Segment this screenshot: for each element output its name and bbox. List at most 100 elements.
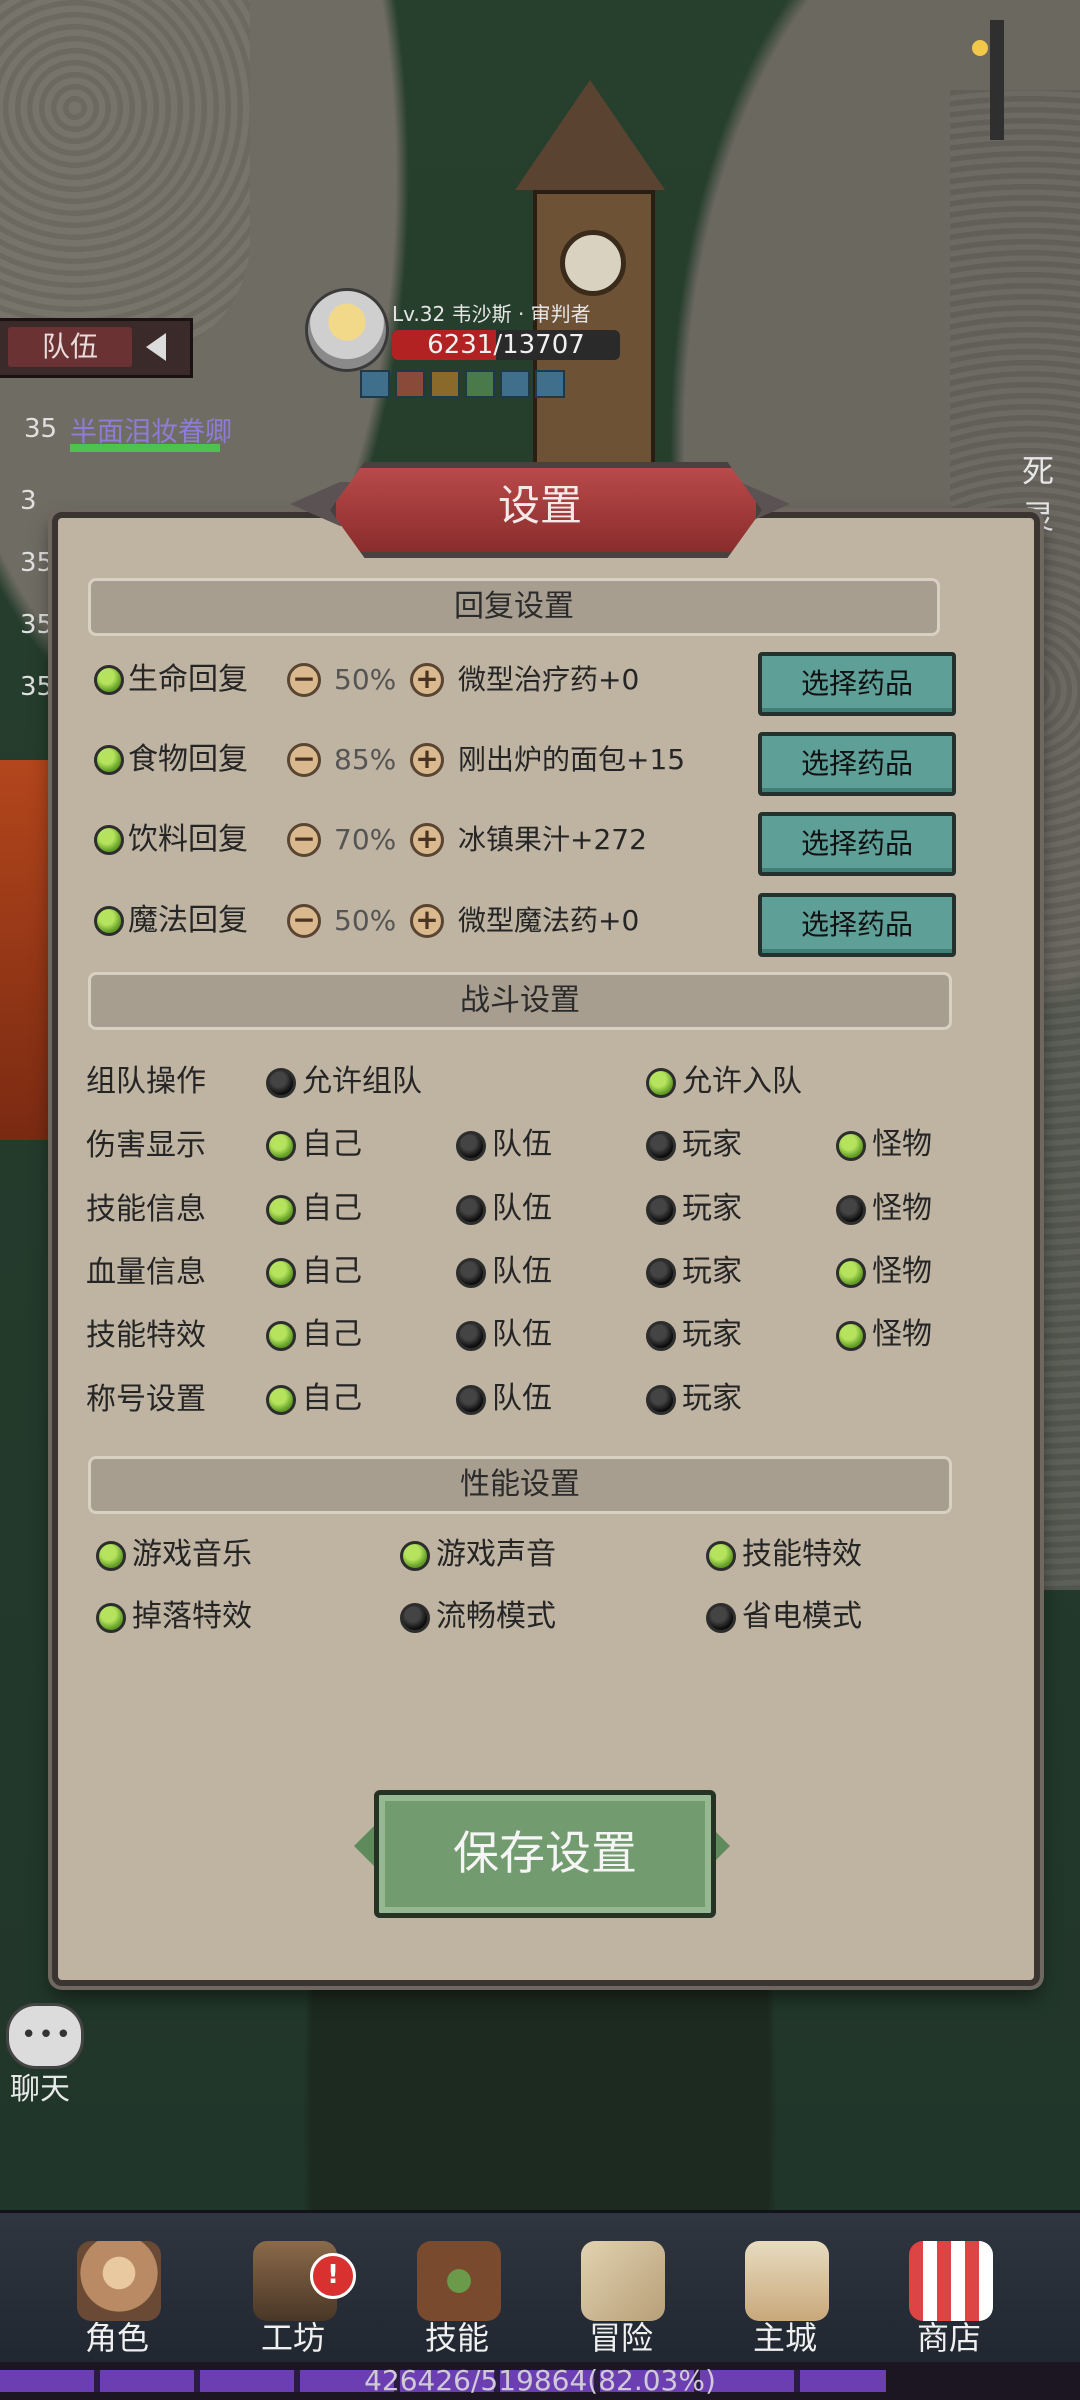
toggle-player[interactable]: [646, 1131, 676, 1161]
recovery-label: 魔法回复: [128, 903, 248, 938]
toggle-team[interactable]: [456, 1321, 486, 1351]
option-label: 玩家: [682, 1191, 742, 1226]
toggle-drop-effects[interactable]: [96, 1603, 126, 1633]
minus-button[interactable]: −: [287, 904, 321, 938]
clock-icon: [560, 230, 626, 296]
select-medicine-button[interactable]: 选择药品: [758, 812, 956, 876]
section-header-recovery: 回复设置: [88, 578, 940, 636]
option-label: 允许入队: [682, 1064, 802, 1099]
team-level: 35: [20, 610, 54, 640]
toggle-player[interactable]: [646, 1258, 676, 1288]
toggle-game-sound[interactable]: [400, 1541, 430, 1571]
team-level-list: 3 35 35 35: [20, 470, 53, 718]
plus-button[interactable]: +: [410, 743, 444, 777]
toggle-hp-recovery[interactable]: [94, 665, 124, 695]
minus-button[interactable]: −: [287, 823, 321, 857]
toggle-monster[interactable]: [836, 1258, 866, 1288]
collapse-arrow-icon[interactable]: [146, 333, 166, 361]
toggle-skill-effects[interactable]: [706, 1541, 736, 1571]
chat-dots: •••: [21, 2020, 74, 2050]
save-settings-button[interactable]: 保存设置: [374, 1790, 716, 1918]
minus-button[interactable]: −: [287, 743, 321, 777]
nav-skills[interactable]: 技能: [382, 2213, 532, 2363]
nav-label: 角色: [84, 2319, 149, 2357]
option-label: 玩家: [682, 1381, 742, 1416]
option-label: 游戏音乐: [132, 1537, 252, 1572]
chat-bubble-icon[interactable]: •••: [6, 2003, 84, 2069]
toggle-food-recovery[interactable]: [94, 745, 124, 775]
option-label: 怪物: [872, 1317, 932, 1352]
select-medicine-button[interactable]: 选择药品: [758, 652, 956, 716]
toggle-drink-recovery[interactable]: [94, 825, 124, 855]
option-label: 自己: [302, 1127, 362, 1162]
nav-character[interactable]: 角色: [42, 2213, 192, 2363]
toggle-player[interactable]: [646, 1195, 676, 1225]
nav-adventure[interactable]: 冒险: [546, 2213, 696, 2363]
select-medicine-button[interactable]: 选择药品: [758, 893, 956, 957]
recovery-item: 微型治疗药+0: [458, 663, 640, 696]
option-label: 队伍: [492, 1317, 552, 1352]
avatar[interactable]: [305, 288, 389, 372]
option-label: 允许组队: [302, 1064, 422, 1099]
select-medicine-button[interactable]: 选择药品: [758, 732, 956, 796]
toggle-team[interactable]: [456, 1131, 486, 1161]
team-tab[interactable]: 队伍: [0, 318, 193, 378]
option-label: 游戏声音: [436, 1537, 556, 1572]
option-label: 流畅模式: [436, 1599, 556, 1634]
option-label: 队伍: [492, 1191, 552, 1226]
toggle-monster[interactable]: [836, 1131, 866, 1161]
nav-label: 技能: [424, 2319, 489, 2357]
chat-label[interactable]: 聊天: [10, 2064, 70, 2108]
plus-button[interactable]: +: [410, 823, 444, 857]
section-header-combat: 战斗设置: [88, 972, 952, 1030]
combat-row-label: 技能信息: [86, 1192, 206, 1227]
toggle-team[interactable]: [456, 1258, 486, 1288]
buff-icon: [430, 370, 460, 398]
nav-main-city[interactable]: 主城: [710, 2213, 860, 2363]
nav-workshop[interactable]: ! 工坊: [218, 2213, 368, 2363]
toggle-game-music[interactable]: [96, 1541, 126, 1571]
minus-button[interactable]: −: [287, 663, 321, 697]
toggle-player[interactable]: [646, 1385, 676, 1415]
toggle-allow-team[interactable]: [266, 1068, 296, 1098]
option-label: 玩家: [682, 1127, 742, 1162]
adventure-map-icon: [581, 2241, 665, 2321]
player-card[interactable]: Lv.32 韦沙斯 · 审判者 6231/13707: [300, 288, 630, 398]
option-label: 怪物: [872, 1127, 932, 1162]
toggle-team[interactable]: [456, 1385, 486, 1415]
recovery-label: 食物回复: [128, 742, 248, 777]
toggle-team[interactable]: [456, 1195, 486, 1225]
team-level: 35: [20, 672, 54, 702]
rock-terrain: [0, 0, 250, 360]
toggle-monster[interactable]: [836, 1321, 866, 1351]
option-label: 队伍: [492, 1254, 552, 1289]
toggle-self[interactable]: [266, 1321, 296, 1351]
recovery-item: 冰镇果汁+272: [458, 823, 647, 856]
toggle-self[interactable]: [266, 1258, 296, 1288]
toggle-power-saving[interactable]: [706, 1603, 736, 1633]
nav-label: 工坊: [260, 2319, 325, 2357]
buff-list: [360, 370, 565, 398]
team-tab-label: 队伍: [8, 327, 132, 367]
buff-icon: [535, 370, 565, 398]
recovery-percent: 50%: [334, 663, 397, 696]
option-label: 自己: [302, 1191, 362, 1226]
toggle-self[interactable]: [266, 1131, 296, 1161]
toggle-self[interactable]: [266, 1385, 296, 1415]
recovery-percent: 70%: [334, 823, 397, 856]
toggle-self[interactable]: [266, 1195, 296, 1225]
nav-shop[interactable]: 商店: [874, 2213, 1024, 2363]
toggle-monster[interactable]: [836, 1195, 866, 1225]
option-label: 队伍: [492, 1381, 552, 1416]
recovery-label: 饮料回复: [128, 822, 248, 857]
toggle-smooth-mode[interactable]: [400, 1603, 430, 1633]
toggle-player[interactable]: [646, 1321, 676, 1351]
combat-row-label: 血量信息: [86, 1255, 206, 1290]
recovery-percent: 50%: [334, 904, 397, 937]
clock-tower: [505, 80, 675, 478]
shop-icon: [909, 2241, 993, 2321]
plus-button[interactable]: +: [410, 904, 444, 938]
plus-button[interactable]: +: [410, 663, 444, 697]
toggle-magic-recovery[interactable]: [94, 906, 124, 936]
toggle-allow-join[interactable]: [646, 1068, 676, 1098]
